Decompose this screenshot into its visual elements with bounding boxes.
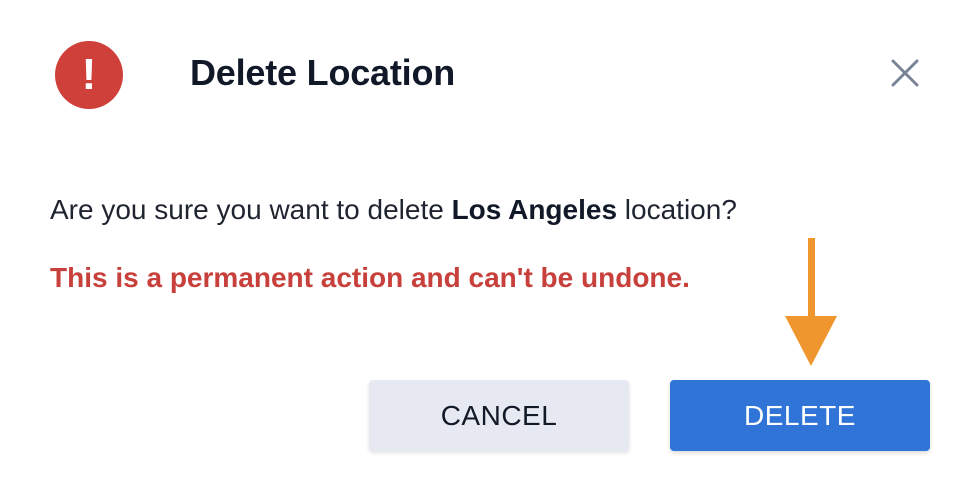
delete-location-dialog: ! Delete Location Are you sure you want … [0, 0, 978, 504]
message-prefix: Are you sure you want to delete [50, 194, 452, 225]
confirmation-message: Are you sure you want to delete Los Ange… [50, 194, 737, 226]
down-arrow-annotation-icon [785, 238, 837, 366]
exclamation-circle-icon: ! [55, 41, 123, 109]
location-name: Los Angeles [451, 194, 618, 225]
close-icon [891, 59, 919, 87]
permanent-action-warning: This is a permanent action and can't be … [50, 262, 690, 293]
dialog-title: Delete Location [190, 52, 456, 93]
delete-button[interactable]: DELETE [670, 380, 930, 451]
cancel-button[interactable]: CANCEL [369, 380, 629, 451]
message-suffix: location? [617, 194, 737, 225]
close-button[interactable] [886, 54, 924, 92]
alert-icon-glyph: ! [81, 50, 97, 99]
